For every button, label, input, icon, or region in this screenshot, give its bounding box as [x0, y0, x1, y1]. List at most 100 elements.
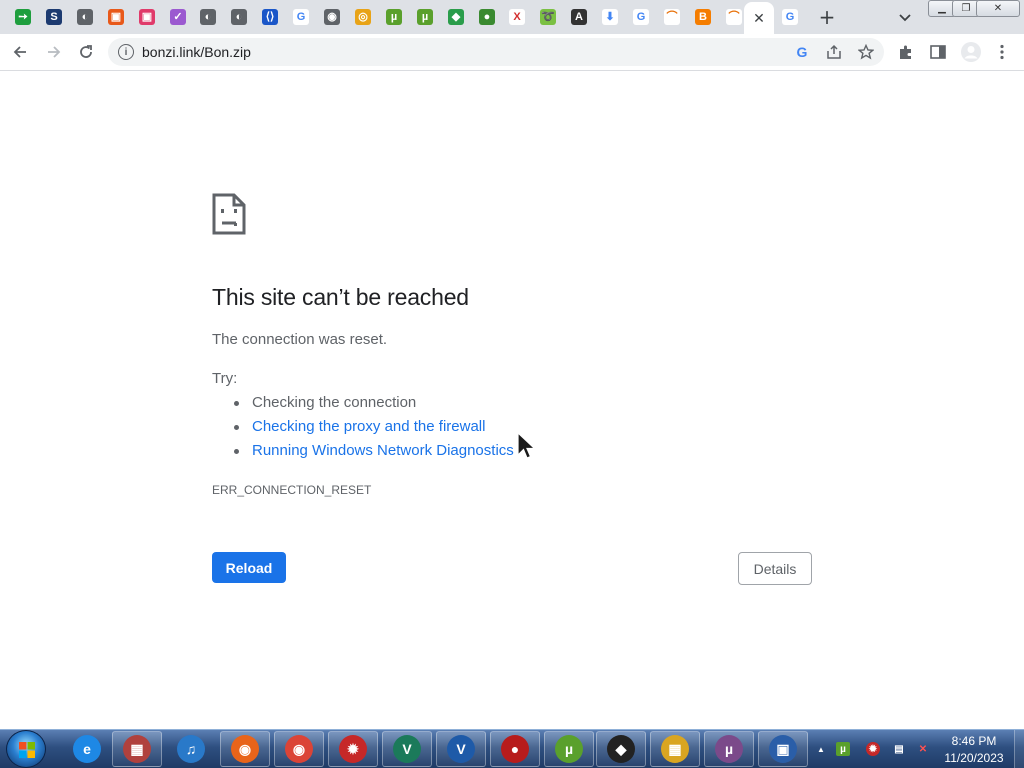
browser-tab[interactable]: ⬇	[596, 3, 624, 31]
info-icon[interactable]: i	[118, 44, 134, 60]
suggestions-list: Checking the connection Checking the pro…	[232, 393, 514, 465]
forward-button[interactable]	[44, 42, 64, 62]
extensions-puzzle-icon[interactable]	[897, 43, 915, 61]
start-button[interactable]	[6, 730, 46, 768]
google-g-2-favicon-icon: G	[633, 9, 649, 25]
browser-tab[interactable]: ◐	[71, 3, 99, 31]
arrow-right-icon	[48, 46, 61, 58]
red-camera-app-icon: ●	[501, 735, 529, 763]
browser-tab[interactable]: X	[503, 3, 531, 31]
reload-toolbar-button[interactable]	[76, 42, 96, 62]
new-tab-button[interactable]: +	[816, 5, 838, 29]
side-panel-icon[interactable]	[929, 43, 947, 61]
browser-tab[interactable]: ◐	[225, 3, 253, 31]
suggestion-network-diagnostics-link[interactable]: Running Windows Network Diagnostics	[252, 442, 514, 459]
browser-tab[interactable]: G	[287, 3, 315, 31]
details-button[interactable]: Details	[738, 552, 812, 585]
show-desktop-button[interactable]	[1014, 730, 1024, 768]
taskbar-black-app[interactable]: ◆	[596, 731, 646, 767]
taskbar-gift-box[interactable]: ▦	[112, 731, 162, 767]
browser-tab[interactable]: ▣	[133, 3, 161, 31]
browser-tab[interactable]: ⟨⟩	[256, 3, 284, 31]
itunes-music-icon: ♫	[177, 735, 205, 763]
browser-tab[interactable]: ◎	[349, 3, 377, 31]
share-icon[interactable]	[826, 44, 842, 60]
tray-network-icon[interactable]: ▤	[892, 742, 906, 756]
mouse-cursor-icon	[517, 431, 537, 459]
taskbar-red-camera-app[interactable]: ●	[490, 731, 540, 767]
firefox-icon: ◉	[231, 735, 259, 763]
browser-tab[interactable]: ◐	[194, 3, 222, 31]
taskbar-firefox[interactable]: ◉	[220, 731, 270, 767]
rainbow-2-favicon-icon: ⌒	[726, 9, 742, 25]
reload-button[interactable]: Reload	[212, 552, 286, 583]
profile-avatar-icon[interactable]	[960, 41, 982, 63]
taskbar-utorrent[interactable]: µ	[544, 731, 594, 767]
blue-download-favicon-icon: ⬇	[602, 9, 618, 25]
tray-utorrent-icon[interactable]: µ	[836, 742, 850, 756]
menu-kebab-icon[interactable]	[993, 43, 1011, 61]
clock-date[interactable]: 11/20/2023	[938, 751, 1010, 765]
close-tab-icon[interactable]: ✕	[750, 9, 768, 27]
error-title: This site can’t be reached	[212, 284, 469, 310]
black-app-icon: ◆	[607, 735, 635, 763]
tray-volume-muted-icon[interactable]: ✕	[916, 742, 930, 756]
letter-s-favicon-icon: S	[46, 9, 62, 25]
browser-tab[interactable]: µ	[380, 3, 408, 31]
browser-tab[interactable]: ▣	[102, 3, 130, 31]
tray-security-icon[interactable]: ✹	[866, 742, 880, 756]
browser-tab[interactable]: ➙	[9, 3, 37, 31]
blogger-favicon-icon: B	[695, 9, 711, 25]
google-lens-icon[interactable]: G	[794, 44, 810, 60]
taskbar-chrome[interactable]: ◉	[274, 731, 324, 767]
browser-tab[interactable]: ➰	[534, 3, 562, 31]
tab-search-button[interactable]	[896, 8, 914, 26]
url-text[interactable]: bonzi.link/Bon.zip	[142, 44, 251, 60]
browser-tab[interactable]: G	[627, 3, 655, 31]
bookmark-star-icon[interactable]	[858, 44, 874, 60]
google-g-3-favicon-icon: G	[782, 9, 798, 25]
browser-tab[interactable]: µ	[411, 3, 439, 31]
green-arrow-favicon-icon: ➙	[15, 9, 31, 25]
browser-tab[interactable]: ◆	[442, 3, 470, 31]
taskbar-green-v-app[interactable]: V	[382, 731, 432, 767]
suggestion-proxy-firewall-link[interactable]: Checking the proxy and the firewall	[252, 418, 485, 435]
gift-box-icon: ▦	[123, 735, 151, 763]
windows-taskbar: e ▦ ♫ ◉ ◉ ✹ V V ● µ ◆ ▦ µ ▣ ▲ µ ✹ ▤ ✕ 8:46 PM 11/20/2…	[0, 729, 1024, 768]
suggestion-item: Running Windows Network Diagnostics	[232, 441, 514, 465]
suggestion-item: Checking the connection	[232, 393, 514, 417]
taskbar-red-gear-app[interactable]: ✹	[328, 731, 378, 767]
browser-tab[interactable]: A	[565, 3, 593, 31]
browser-tab[interactable]: ◉	[318, 3, 346, 31]
taskbar-utorrent-web[interactable]: µ	[704, 731, 754, 767]
browser-tab[interactable]: B	[689, 3, 717, 31]
green-v-app-icon: V	[393, 735, 421, 763]
arrow-left-icon	[13, 46, 26, 58]
taskbar-blue-shield-app[interactable]: V	[436, 731, 486, 767]
green-shield-favicon-icon: ◆	[448, 9, 464, 25]
back-button[interactable]	[10, 42, 30, 62]
gray-globe-favicon-icon: ◐	[77, 9, 93, 25]
taskbar-system-app[interactable]: ▣	[758, 731, 808, 767]
purple-check-favicon-icon: ✓	[170, 9, 186, 25]
browser-tab[interactable]: ⌒	[658, 3, 686, 31]
internet-explorer-icon: e	[73, 735, 101, 763]
chrome-icon: ◉	[285, 735, 313, 763]
address-bar[interactable]: i bonzi.link/Bon.zip G	[108, 38, 884, 66]
taskbar-itunes-music[interactable]: ♫	[166, 731, 216, 767]
active-tab[interactable]: ✕	[744, 2, 774, 34]
sad-document-icon	[212, 193, 246, 235]
browser-tab[interactable]: ✓	[164, 3, 192, 31]
taskbar-internet-explorer[interactable]: e	[62, 731, 112, 767]
clock-time[interactable]: 8:46 PM	[944, 734, 1004, 748]
close-window-button[interactable]: ✕	[976, 0, 1020, 17]
blue-bracket-favicon-icon: ⟨⟩	[262, 9, 278, 25]
browser-tab[interactable]: S	[40, 3, 68, 31]
tray-expand-icon[interactable]: ▲	[814, 742, 828, 756]
dark-circle-favicon-icon: A	[571, 9, 587, 25]
browser-tab[interactable]: G	[776, 3, 804, 31]
taskbar-mosaic-app[interactable]: ▦	[650, 731, 700, 767]
system-app-icon: ▣	[769, 735, 797, 763]
browser-tab[interactable]: ●	[473, 3, 501, 31]
green-blob-favicon-icon: ●	[479, 9, 495, 25]
